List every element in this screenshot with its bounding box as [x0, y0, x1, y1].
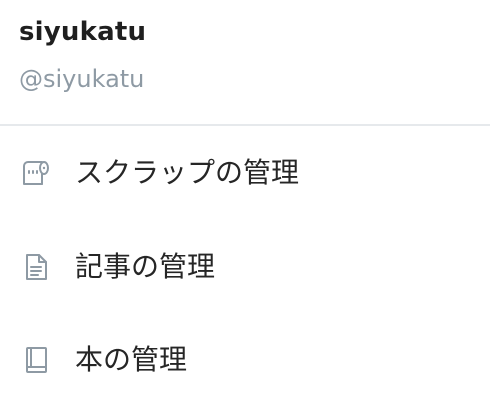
- menu-item-manage-scraps[interactable]: スクラップの管理: [0, 133, 490, 213]
- account-menu: siyukatu @siyukatu スクラップの管理 記事の管理 本の管理: [0, 0, 490, 406]
- menu-item-label: スクラップの管理: [75, 156, 300, 189]
- menu-item-label: 記事の管理: [75, 250, 216, 283]
- menu-item-manage-articles[interactable]: 記事の管理: [0, 227, 490, 307]
- user-display-name: siyukatu: [19, 17, 147, 47]
- user-handle: @siyukatu: [19, 65, 145, 93]
- profile-header[interactable]: siyukatu @siyukatu: [0, 0, 490, 125]
- book-icon: [20, 344, 52, 376]
- scrap-roll-icon: [20, 157, 52, 189]
- document-icon: [20, 251, 52, 283]
- menu-item-manage-books[interactable]: 本の管理: [0, 320, 490, 400]
- divider: [0, 124, 490, 126]
- menu-item-label: 本の管理: [75, 343, 188, 376]
